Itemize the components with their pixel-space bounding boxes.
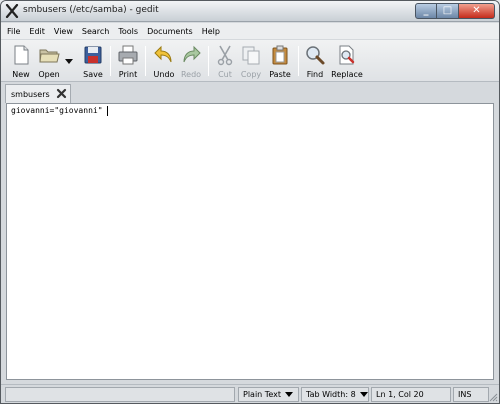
print-button[interactable]: Print	[115, 42, 141, 80]
status-bar: Plain Text Tab Width: 8 Ln 1, Col 20 INS	[1, 384, 499, 403]
cursor-position-label: Ln 1, Col 20	[376, 390, 424, 399]
redo-button[interactable]: Redo	[178, 42, 204, 80]
close-icon: ✕	[472, 5, 481, 16]
new-button[interactable]: New	[7, 42, 35, 80]
menu-documents[interactable]: Documents	[147, 27, 193, 36]
copy-documents-icon	[242, 46, 260, 65]
text-editor[interactable]: giovanni="giovanni"	[6, 103, 494, 380]
tab-label: smbusers	[11, 89, 50, 99]
tab-width-selector[interactable]: Tab Width: 8	[301, 387, 369, 402]
insert-mode: INS	[453, 387, 489, 402]
new-document-icon	[14, 45, 29, 65]
close-tab-icon[interactable]	[56, 88, 67, 99]
toolbar: New Open Save Print Undo Redo Cut Copy P…	[1, 40, 499, 82]
x-app-icon	[5, 4, 19, 18]
tab-width-label: Tab Width: 8	[306, 390, 356, 399]
cut-label: Cut	[218, 70, 232, 79]
maximize-icon: □	[442, 5, 453, 16]
open-folder-icon	[39, 49, 60, 63]
find-label: Find	[306, 70, 324, 79]
clipboard-icon	[272, 45, 288, 65]
menu-edit[interactable]: Edit	[29, 27, 45, 36]
toolbar-separator	[298, 46, 299, 76]
minimize-button[interactable]: _	[415, 3, 437, 19]
toolbar-separator	[208, 46, 209, 76]
menu-file[interactable]: File	[7, 27, 20, 36]
menu-bar: File Edit View Search Tools Documents He…	[1, 23, 499, 39]
open-button[interactable]: Open	[35, 42, 63, 80]
magnifier-icon	[306, 46, 325, 65]
paste-button[interactable]: Paste	[266, 42, 294, 80]
undo-arrow-icon	[154, 45, 172, 63]
copy-button[interactable]: Copy	[238, 42, 264, 80]
paste-label: Paste	[269, 70, 291, 79]
language-dropdown-icon	[284, 392, 293, 397]
new-label: New	[12, 70, 30, 79]
minimize-icon: _	[423, 5, 429, 16]
save-floppy-icon	[84, 46, 102, 64]
print-label: Print	[118, 70, 138, 79]
document-tabs: smbusers	[1, 83, 499, 103]
editor-content[interactable]: giovanni="giovanni"	[11, 106, 103, 115]
menu-tools[interactable]: Tools	[118, 27, 138, 36]
window-title: smbusers (/etc/samba) - gedit	[23, 5, 159, 15]
gedit-window: smbusers (/etc/samba) - gedit _ □ ✕ File…	[0, 0, 500, 404]
open-recent-dropdown-icon[interactable]	[65, 57, 73, 65]
window-controls: _ □ ✕	[415, 3, 495, 19]
cursor-position: Ln 1, Col 20	[371, 387, 451, 402]
status-message	[5, 387, 235, 402]
open-label: Open	[38, 70, 60, 79]
tab-width-dropdown-icon	[359, 392, 368, 397]
save-button[interactable]: Save	[79, 42, 107, 80]
scissors-icon	[217, 45, 233, 66]
menu-view[interactable]: View	[54, 27, 73, 36]
language-label: Plain Text	[243, 390, 281, 399]
copy-label: Copy	[240, 70, 262, 79]
find-button[interactable]: Find	[303, 42, 327, 80]
replace-label: Replace	[331, 70, 363, 79]
replace-button[interactable]: Replace	[330, 42, 364, 80]
language-selector[interactable]: Plain Text	[238, 387, 299, 402]
printer-icon	[118, 45, 138, 65]
maximize-button[interactable]: □	[437, 3, 459, 19]
title-bar[interactable]: smbusers (/etc/samba) - gedit _ □ ✕	[1, 1, 499, 22]
text-cursor	[107, 106, 108, 116]
undo-label: Undo	[153, 70, 175, 79]
save-label: Save	[83, 70, 103, 79]
find-replace-icon	[339, 45, 355, 65]
toolbar-separator	[110, 46, 111, 76]
insert-mode-label: INS	[458, 390, 472, 399]
menu-help[interactable]: Help	[202, 27, 220, 36]
redo-label: Redo	[180, 70, 202, 79]
close-button[interactable]: ✕	[459, 3, 495, 19]
toolbar-separator	[145, 46, 146, 76]
undo-button[interactable]: Undo	[150, 42, 178, 80]
resize-grip-icon[interactable]	[488, 392, 498, 402]
menu-search[interactable]: Search	[82, 27, 109, 36]
cut-button[interactable]: Cut	[213, 42, 237, 80]
tab-smbusers[interactable]: smbusers	[5, 84, 71, 103]
redo-arrow-icon	[183, 45, 201, 63]
